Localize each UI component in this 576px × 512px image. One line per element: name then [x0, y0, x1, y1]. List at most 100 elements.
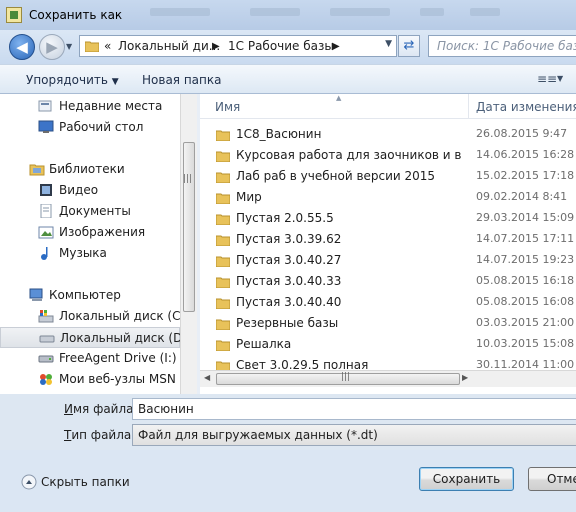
- new-folder-button[interactable]: Новая папка: [142, 73, 221, 87]
- collapse-up-icon[interactable]: [21, 474, 37, 490]
- folder-icon: [216, 193, 230, 204]
- table-row[interactable]: Решалка 10.03.2015 15:08: [200, 334, 576, 355]
- table-row[interactable]: Мир 09.02.2014 8:41: [200, 187, 576, 208]
- history-dropdown-icon[interactable]: ▼: [66, 42, 72, 51]
- scroll-left-icon[interactable]: ◀: [204, 373, 210, 382]
- sidebar-label: Мои веб-узлы MSN: [59, 372, 176, 386]
- table-row[interactable]: 1С8_Васюнин 26.08.2015 9:47: [200, 124, 576, 145]
- pictures-icon: [38, 226, 54, 239]
- bottom-bar: Скрыть папки Сохранить Отмена: [0, 450, 576, 512]
- sidebar-label: Недавние места: [59, 99, 163, 113]
- scroll-grip-icon: |||: [183, 174, 193, 184]
- cancel-button[interactable]: Отмена: [528, 467, 576, 491]
- file-date: 03.03.2015 21:00: [476, 316, 575, 329]
- save-button[interactable]: Сохранить: [419, 467, 514, 491]
- folder-icon: [216, 151, 230, 162]
- folder-icon: [216, 256, 230, 267]
- sidebar-item-music[interactable]: Музыка: [0, 243, 180, 264]
- sidebar-item-documents[interactable]: Документы: [0, 201, 180, 222]
- recent-places-icon: [38, 100, 52, 112]
- file-date: 26.08.2015 9:47: [476, 127, 568, 140]
- forward-button[interactable]: ▶: [39, 34, 65, 60]
- column-date-header[interactable]: Дата изменения: [476, 100, 576, 114]
- sidebar-label: Локальный диск (D:): [60, 331, 180, 345]
- table-row[interactable]: Пустая 3.0.40.40 05.08.2015 16:08: [200, 292, 576, 313]
- navigation-bar: ◀ ▶ ▼ « Локальный ди... ▶ 1С Рабочие баз…: [0, 30, 576, 64]
- sidebar-label: Видео: [59, 183, 99, 197]
- column-name-header[interactable]: Имя: [215, 100, 240, 114]
- table-row[interactable]: Пустая 3.0.40.33 05.08.2015 16:18: [200, 271, 576, 292]
- sidebar-item-computer[interactable]: Компьютер: [0, 285, 180, 306]
- breadcrumb-folder[interactable]: 1С Рабочие базы: [228, 39, 334, 53]
- table-row[interactable]: Пустая 2.0.55.5 29.03.2014 15:09: [200, 208, 576, 229]
- table-row[interactable]: Резервные базы 03.03.2015 21:00: [200, 313, 576, 334]
- folder-icon: [216, 277, 230, 288]
- search-input[interactable]: Поиск: 1С Рабочие базы: [428, 35, 576, 57]
- back-button[interactable]: ◀: [9, 34, 35, 60]
- horizontal-scrollbar[interactable]: ◀ ||| ▶: [200, 370, 576, 387]
- table-row[interactable]: Лаб раб в учебной версии 2015 15.02.2015 …: [200, 166, 576, 187]
- sidebar-item-pictures[interactable]: Изображения: [0, 222, 180, 243]
- file-date: 14.06.2015 16:28: [476, 148, 575, 161]
- organize-label: Упорядочить: [26, 73, 108, 87]
- navigation-pane: Недавние места Рабочий стол Библиотеки В…: [0, 94, 180, 394]
- breadcrumb-drive[interactable]: Локальный ди...: [118, 39, 220, 53]
- sidebar-item-msn[interactable]: Мои веб-узлы MSN: [0, 369, 180, 390]
- sidebar-item-video[interactable]: Видео: [0, 180, 180, 201]
- view-options-icon[interactable]: ≡≡: [537, 71, 557, 87]
- music-icon: [41, 247, 48, 260]
- sidebar-label: Документы: [59, 204, 131, 218]
- navigation-scrollbar[interactable]: |||: [180, 94, 197, 394]
- sidebar-item-desktop[interactable]: Рабочий стол: [0, 117, 180, 138]
- file-name: Пустая 2.0.55.5: [236, 211, 334, 225]
- file-date: 14.07.2015 17:11: [476, 232, 575, 245]
- file-date: 10.03.2015 15:08: [476, 337, 575, 350]
- scroll-right-icon[interactable]: ▶: [462, 373, 468, 382]
- documents-icon: [40, 204, 52, 218]
- scrollbar-thumb[interactable]: [183, 142, 195, 312]
- background-blur: [330, 8, 390, 16]
- scroll-grip-icon: |||: [341, 372, 351, 382]
- sidebar-item-recent-places[interactable]: Недавние места: [0, 96, 180, 117]
- hide-folders-button[interactable]: Скрыть папки: [41, 475, 130, 489]
- chevron-down-icon: ▼: [111, 77, 119, 87]
- filename-input[interactable]: Васюнин: [132, 398, 576, 420]
- window-title: Сохранить как: [29, 8, 123, 22]
- table-row[interactable]: Курсовая работа для заочников и вече... 1…: [200, 145, 576, 166]
- sidebar-item-drive-c[interactable]: Локальный диск (C:): [0, 306, 180, 327]
- sidebar-label: Изображения: [59, 225, 146, 239]
- file-name: Мир: [236, 190, 262, 204]
- breadcrumb-overflow[interactable]: «: [104, 39, 111, 53]
- sidebar-item-drive-d[interactable]: Локальный диск (D:): [0, 327, 180, 348]
- folder-icon: [85, 41, 99, 52]
- folder-icon: [216, 298, 230, 309]
- sidebar-item-libraries[interactable]: Библиотеки: [0, 159, 180, 180]
- address-bar[interactable]: « Локальный ди... ▶ 1С Рабочие базы ▶ ▼: [79, 35, 397, 57]
- breadcrumb-separator-icon[interactable]: ▶: [212, 41, 220, 52]
- scrollbar-thumb[interactable]: |||: [216, 372, 460, 385]
- sidebar-item-freeagent-drive[interactable]: FreeAgent Drive (I:): [0, 348, 180, 369]
- table-row[interactable]: Пустая 3.0.40.27 14.07.2015 19:23: [200, 250, 576, 271]
- filetype-select[interactable]: Файл для выгружаемых данных (*.dt): [132, 424, 576, 446]
- drive-c-icon: [38, 310, 54, 323]
- column-divider[interactable]: [468, 94, 469, 118]
- background-blur: [470, 8, 500, 16]
- breadcrumb-separator-icon[interactable]: ▶: [332, 41, 340, 52]
- sidebar-label: Локальный диск (C:): [59, 309, 180, 323]
- sidebar-label: FreeAgent Drive (I:): [59, 351, 177, 365]
- table-row[interactable]: Пустая 3.0.39.62 14.07.2015 17:11: [200, 229, 576, 250]
- refresh-button[interactable]: ⇄: [398, 35, 420, 57]
- file-name: Резервные базы: [236, 316, 339, 330]
- folder-icon: [216, 235, 230, 246]
- msn-icon: [40, 374, 52, 385]
- file-date: 05.08.2015 16:18: [476, 274, 575, 287]
- external-drive-icon: [38, 355, 54, 363]
- sidebar-label: Музыка: [59, 246, 107, 260]
- file-date: 29.03.2014 15:09: [476, 211, 575, 224]
- address-dropdown-icon[interactable]: ▼: [385, 39, 392, 49]
- file-name: Пустая 3.0.40.40: [236, 295, 342, 309]
- view-dropdown-icon[interactable]: ▼: [557, 74, 563, 83]
- save-form: Имя файла: Васюнин Тип файла: Файл для в…: [0, 394, 576, 450]
- organize-button[interactable]: Упорядочить ▼: [26, 73, 119, 87]
- drive-d-icon: [39, 335, 55, 343]
